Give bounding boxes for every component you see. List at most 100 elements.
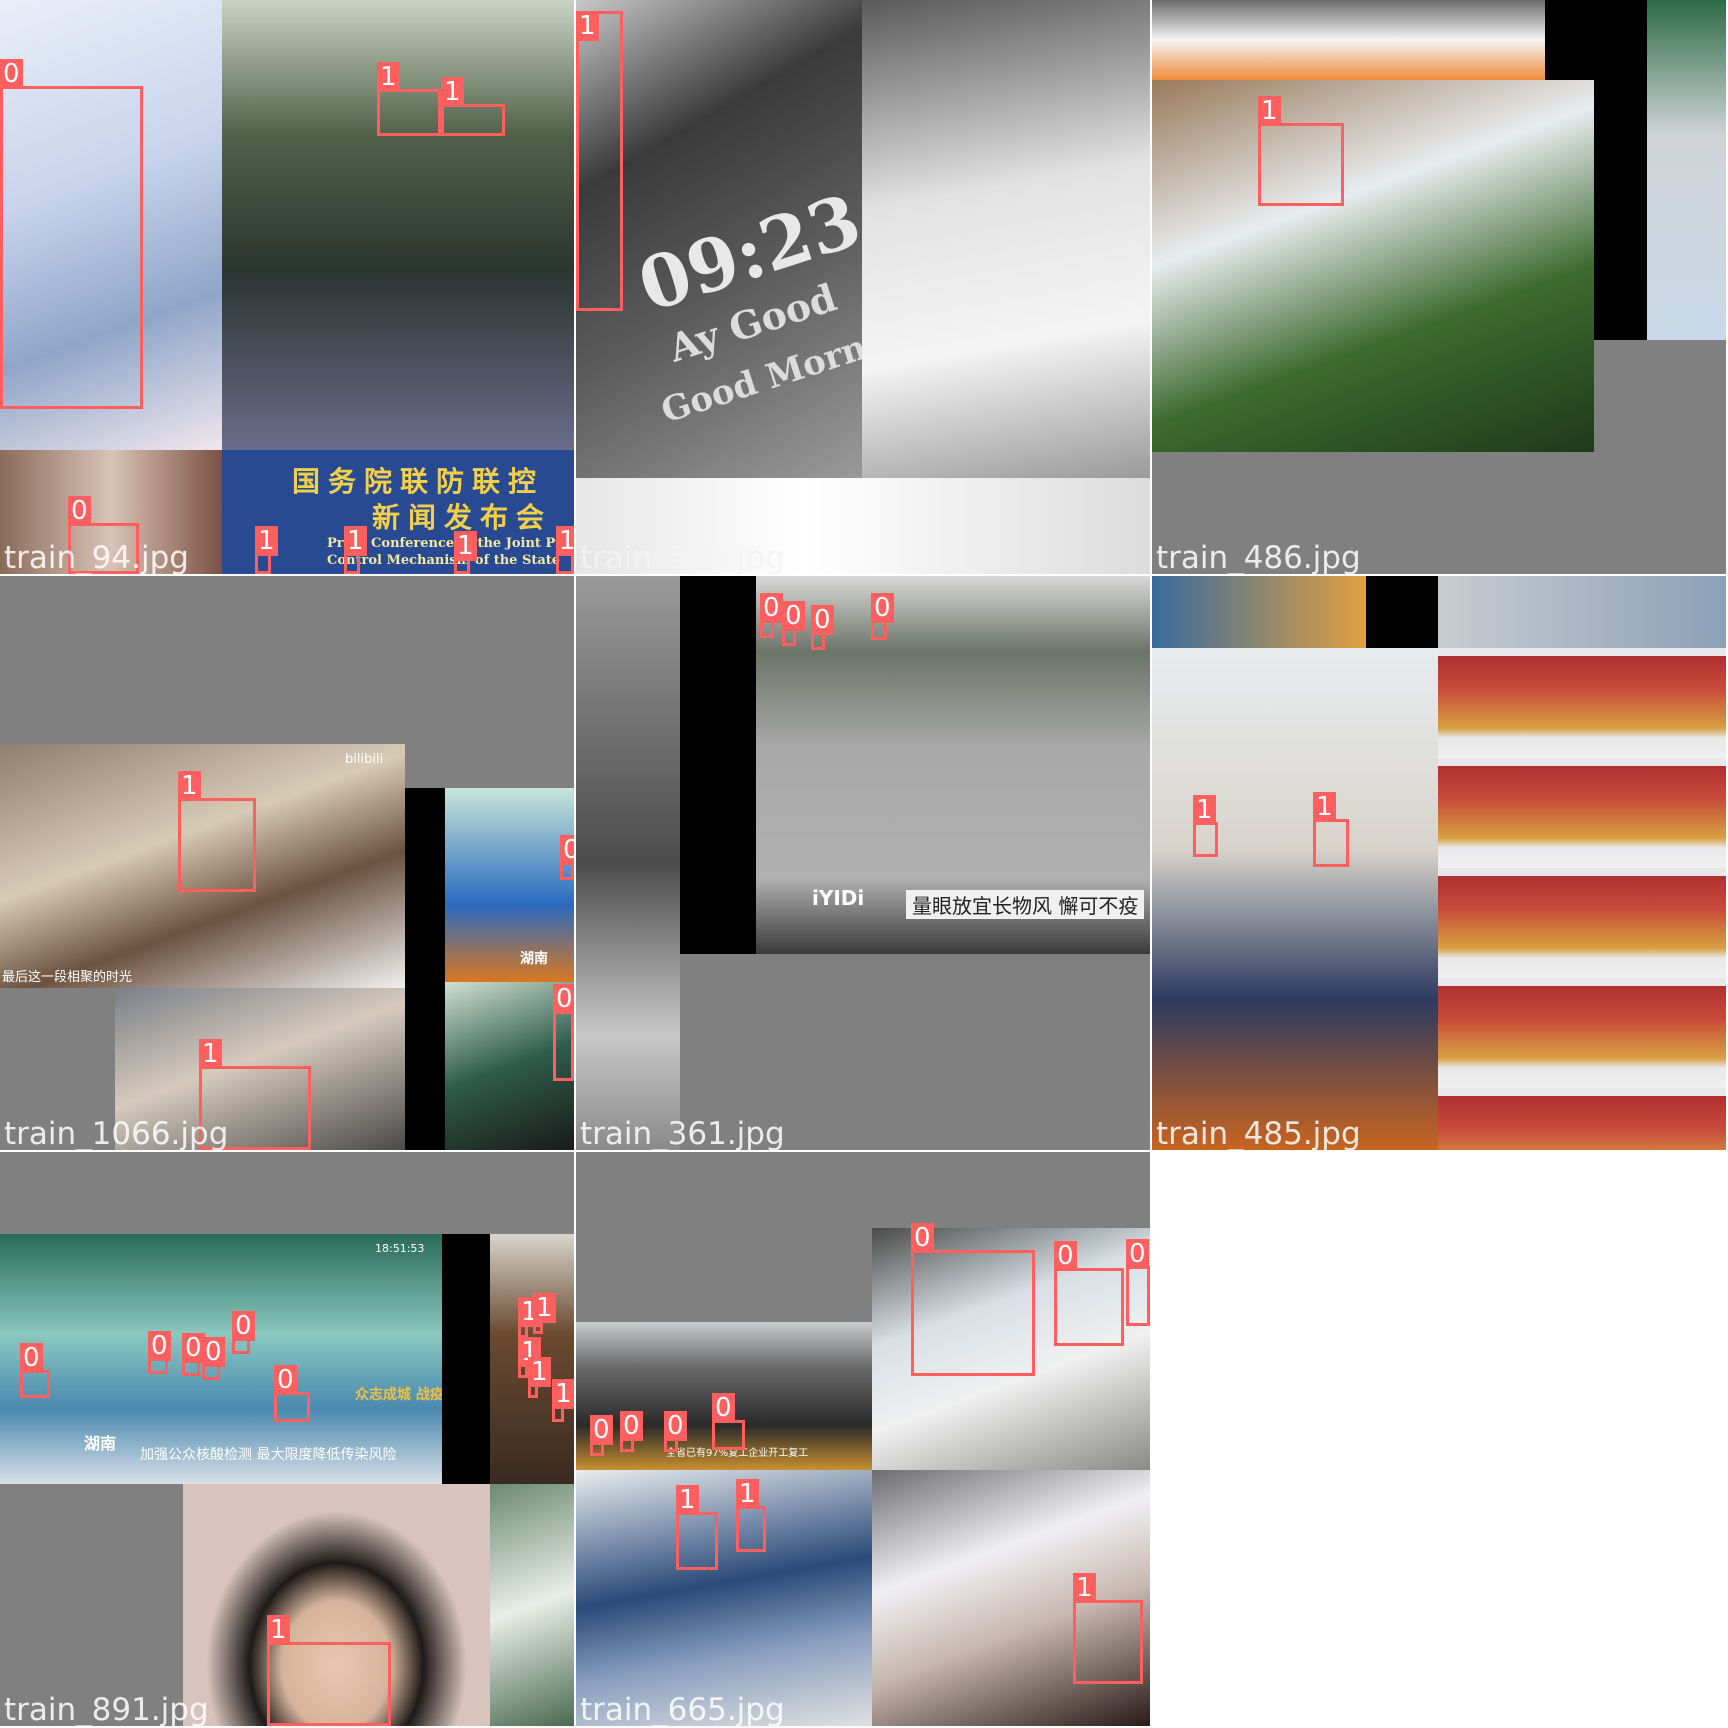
class-label: 1 <box>344 526 367 556</box>
tile-train-665: 全省已有97%复工企业开工复工 0 0 0 0 0 0 0 1 1 1 trai… <box>576 1152 1150 1726</box>
class-label: 0 <box>664 1411 687 1441</box>
class-label: 0 <box>712 1393 735 1423</box>
detection-box: 1 <box>441 77 505 136</box>
class-label: 0 <box>202 1337 225 1367</box>
detection-box: 1 <box>676 1485 718 1570</box>
detection-box: 1 <box>552 1379 574 1422</box>
class-label: 1 <box>377 62 400 92</box>
detection-box: 1 <box>377 62 441 136</box>
class-label: 0 <box>782 601 805 631</box>
tile-train-1066: 最后这一段相聚的时光 bilibili 湖南 1 1 0 0 train_106… <box>0 576 574 1150</box>
detection-box: 1 <box>556 526 574 574</box>
detection-box: 1 <box>576 11 623 311</box>
video-watermark: bilibili <box>345 752 384 767</box>
detection-box: 1 <box>518 1337 541 1378</box>
detection-box: 0 <box>202 1337 225 1380</box>
scene-panel-ceiling <box>1438 576 1726 648</box>
class-label: 1 <box>267 1615 290 1645</box>
letterbox-black <box>1366 576 1438 648</box>
channel-logo: 湖南 <box>520 951 548 967</box>
tile-train-94: 国务院联防联控 新闻发布会 Press Conference of the Jo… <box>0 0 574 574</box>
scene-panel-groceries <box>862 0 1150 478</box>
detection-box: 0 <box>148 1331 171 1374</box>
detection-box: 1 <box>454 531 477 574</box>
class-label: 1 <box>1073 1573 1096 1603</box>
scene-panel-blur-portrait <box>872 1470 1150 1726</box>
detection-box: 0 <box>620 1411 643 1452</box>
channel-logo: 湖南 <box>84 1434 117 1453</box>
detection-box: 0 <box>232 1311 255 1354</box>
scene-panel-window <box>1152 576 1366 648</box>
class-label: 0 <box>911 1223 934 1253</box>
class-label: 0 <box>1054 1241 1077 1271</box>
scene-panel-meeting-room <box>1152 648 1438 1150</box>
class-label: 1 <box>255 526 278 556</box>
class-label: 1 <box>454 531 477 561</box>
detection-box: 0 <box>182 1333 205 1376</box>
filename-caption: train_891.jpg <box>4 1692 209 1726</box>
class-label: 1 <box>178 771 201 801</box>
class-label: 1 <box>676 1485 699 1515</box>
detection-box: 1 <box>344 526 367 574</box>
scene-panel-lab: 湖南 <box>445 788 574 982</box>
banner-title: 国务院联防联控 <box>292 465 545 498</box>
detection-box: 0 <box>664 1411 687 1452</box>
detection-box: 0 <box>590 1415 613 1456</box>
news-ticker: 量眼放宜长物风 懈可不疫 <box>906 890 1145 919</box>
detection-box: 0 <box>911 1223 1035 1376</box>
detection-box: 1 <box>518 1297 541 1338</box>
tile-train-361: iYIDi 量眼放宜长物风 懈可不疫 0 0 0 0 train_361.jpg <box>576 576 1150 1150</box>
scene-panel-bookshelf <box>1438 648 1726 1150</box>
class-label: 1 <box>1313 792 1336 822</box>
filename-caption: train_665.jpg <box>580 1692 785 1726</box>
detection-box: 0 <box>760 593 783 638</box>
tile-train-485: 1 1 train_485.jpg <box>1152 576 1726 1150</box>
detection-box: 1 <box>533 1293 556 1334</box>
class-label: 1 <box>576 11 599 41</box>
detection-box: 0 <box>811 605 834 650</box>
filename-caption: train_485.jpg <box>1156 1116 1361 1150</box>
class-label: 1 <box>736 1479 759 1509</box>
class-label: 1 <box>528 1357 551 1387</box>
filename-caption: train_566.jpg <box>580 540 785 574</box>
filename-caption: train_361.jpg <box>580 1116 785 1150</box>
letterbox-black <box>442 1234 490 1484</box>
class-label: 1 <box>441 77 464 107</box>
detection-box: 0 <box>782 601 805 646</box>
class-label: 0 <box>560 835 574 865</box>
class-label: 0 <box>620 1411 643 1441</box>
timestamp: 18:51:53 <box>375 1242 425 1255</box>
class-label: 1 <box>552 1379 574 1409</box>
class-label: 0 <box>20 1343 43 1373</box>
class-label: 0 <box>871 593 894 623</box>
detection-box: 1 <box>1258 96 1344 206</box>
detection-box: 1 <box>178 771 256 892</box>
detection-box: 1 <box>528 1357 551 1398</box>
scene-panel-seated-woman <box>1152 80 1594 452</box>
class-label: 0 <box>1126 1239 1149 1269</box>
filename-caption: train_1066.jpg <box>4 1116 229 1150</box>
detection-box: 1 <box>1193 795 1218 857</box>
class-label: 0 <box>553 984 574 1014</box>
class-label: 0 <box>148 1331 171 1361</box>
class-label: 0 <box>0 59 23 89</box>
filename-caption: train_94.jpg <box>4 540 189 574</box>
class-label: 1 <box>556 526 574 556</box>
detection-box: 0 <box>553 984 574 1081</box>
scene-panel-workers <box>1647 0 1726 340</box>
tile-train-566: 09:23 Ay Good Good Morning 1 train_566.j… <box>576 0 1150 574</box>
scene-panel-blurred <box>576 576 680 1150</box>
news-headline: 加强公众核酸检测 最大限度降低传染风险 <box>140 1447 397 1463</box>
filename-caption: train_486.jpg <box>1156 540 1361 574</box>
subtitle-text: 最后这一段相聚的时光 <box>2 970 133 985</box>
detection-box: 1 <box>736 1479 766 1552</box>
detection-box: 0 <box>1126 1239 1150 1326</box>
detection-box: 0 <box>0 59 143 409</box>
detection-box: 1 <box>1073 1573 1143 1684</box>
detection-box: 0 <box>20 1343 50 1398</box>
detection-box: 0 <box>871 593 894 640</box>
class-label: 1 <box>533 1293 556 1323</box>
detection-box: 0 <box>712 1393 745 1450</box>
class-label: 0 <box>760 593 783 623</box>
broadcaster-logo: iYIDi <box>812 886 865 910</box>
